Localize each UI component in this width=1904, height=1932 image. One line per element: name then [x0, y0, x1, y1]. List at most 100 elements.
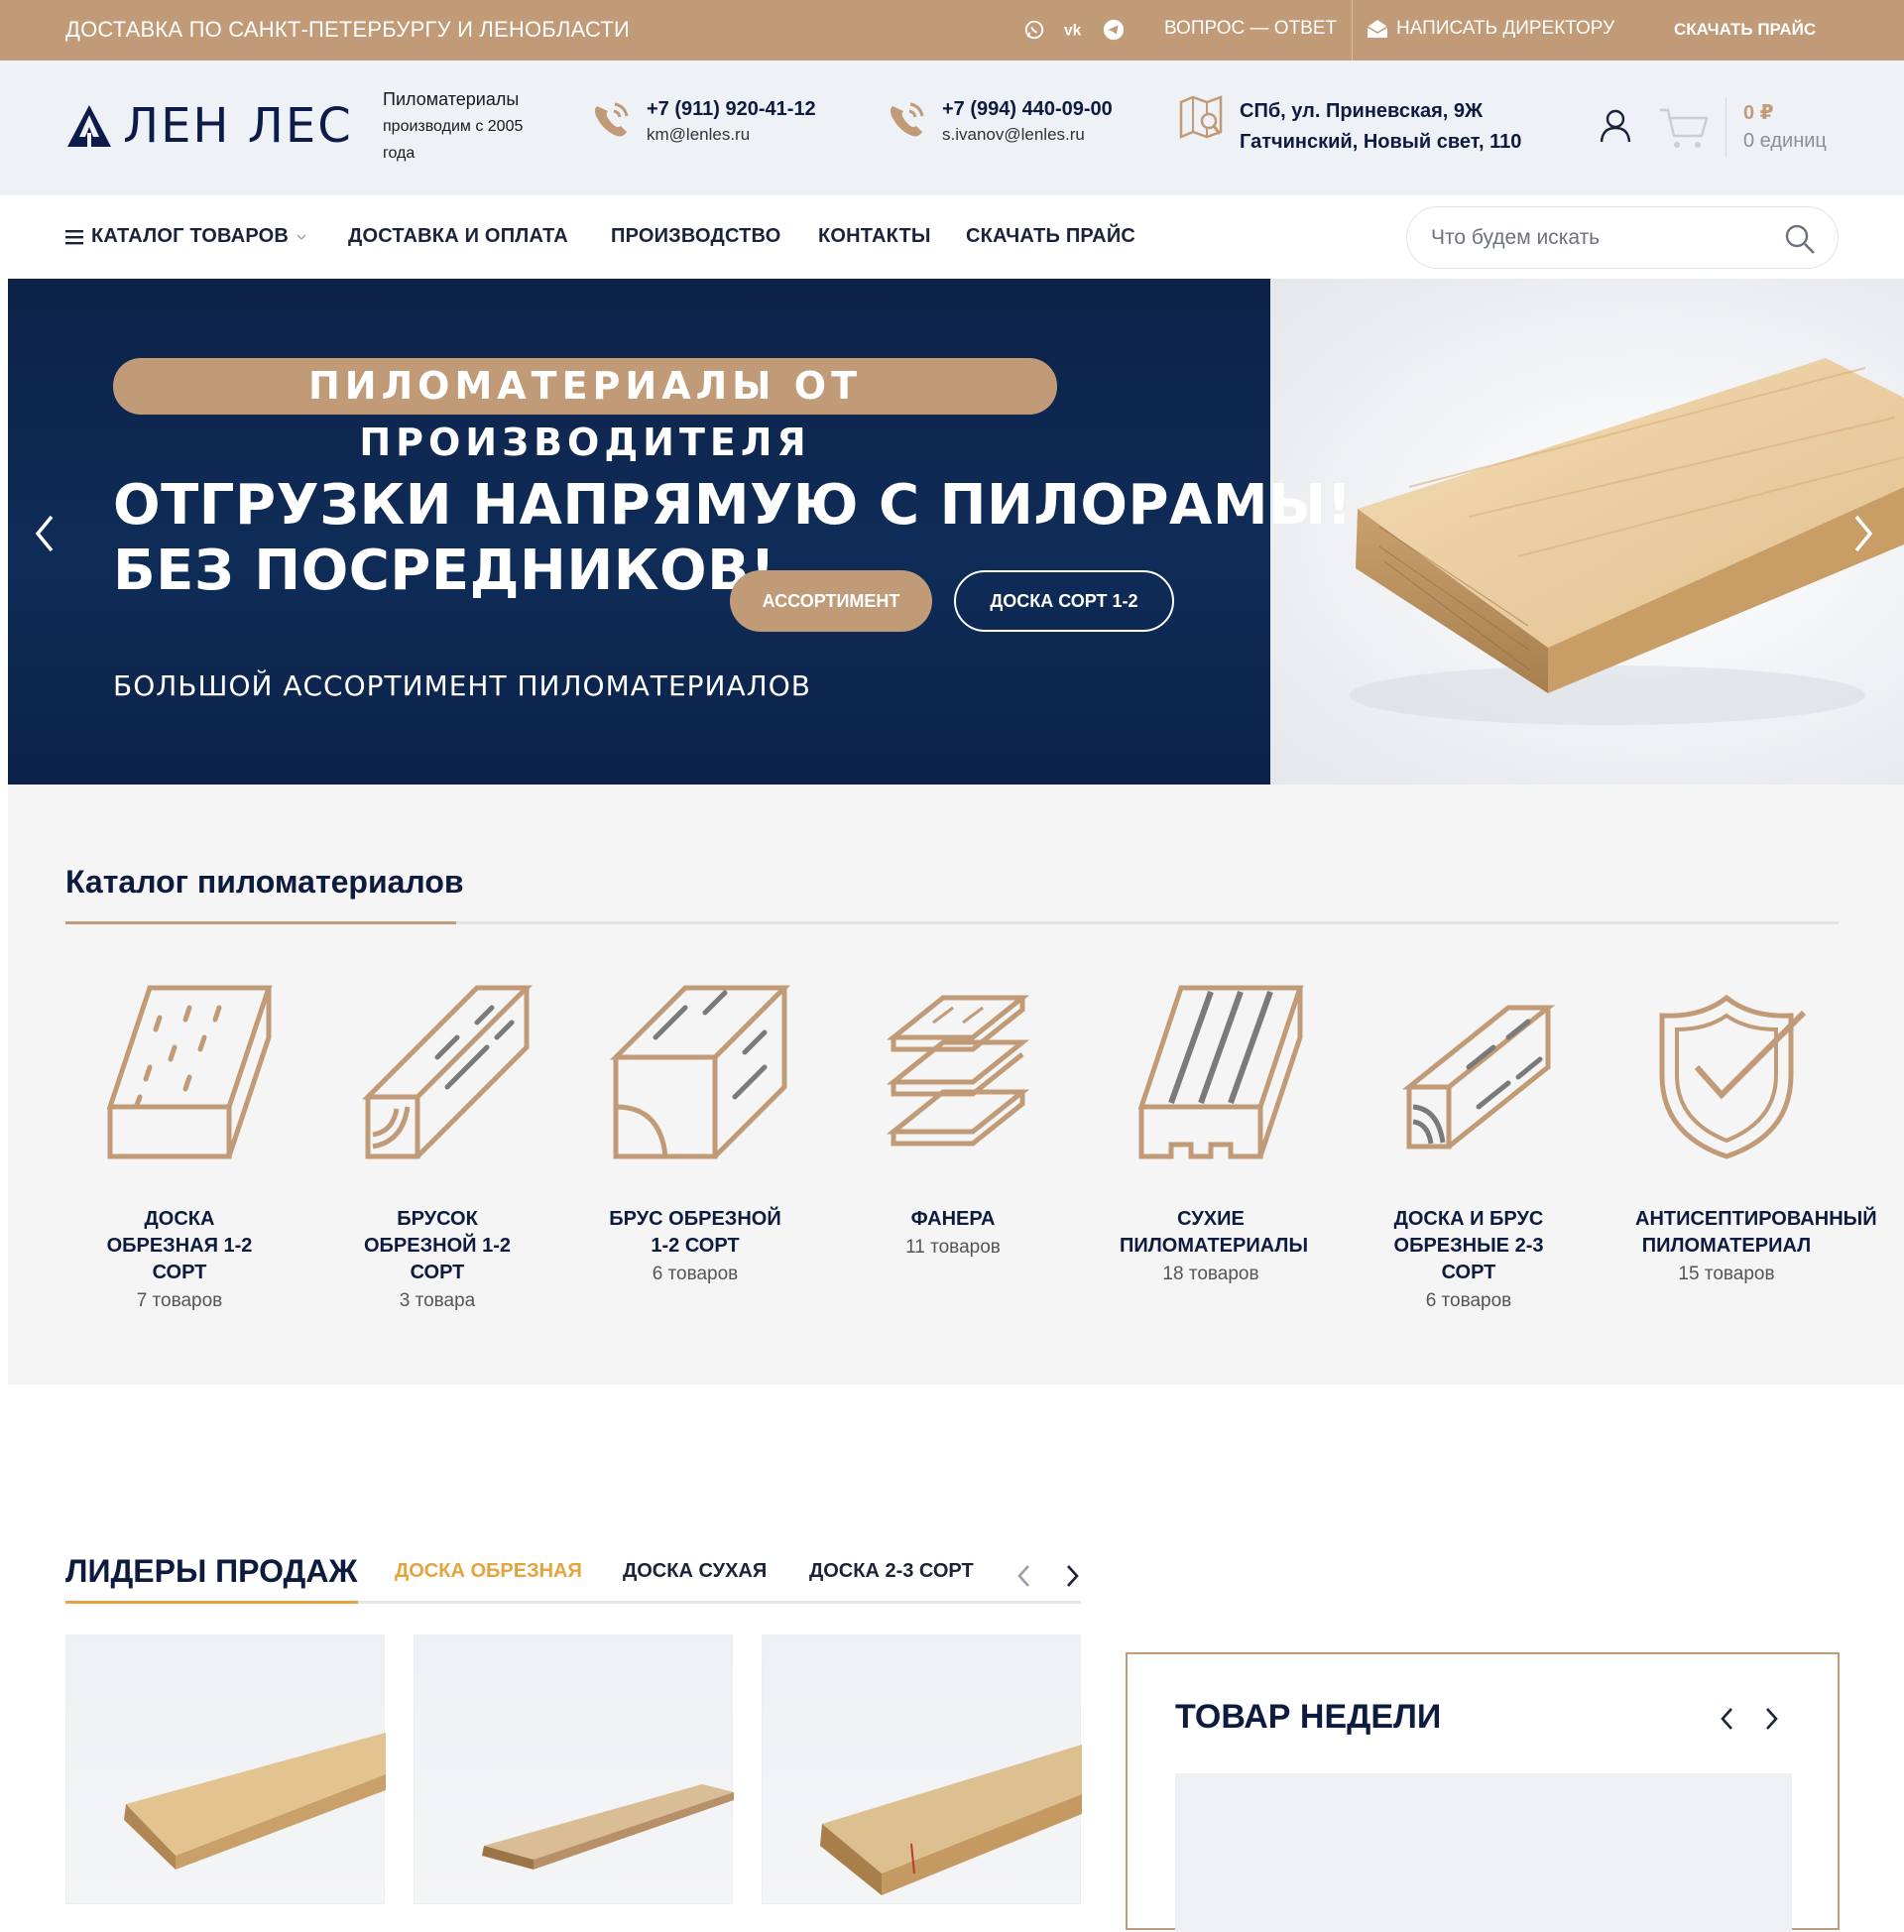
catalog-item[interactable]: БРУС ОБРЕЗНОЙ 1-2 СОРТ 6 товаров: [576, 978, 814, 1287]
main-nav: КАТАЛОГ ТОВАРОВ ДОСТАВКА И ОПЛАТА ПРОИЗВ…: [0, 195, 1904, 279]
svg-text:vk: vk: [1064, 23, 1082, 40]
chevron-down-icon: [297, 234, 306, 240]
nav-catalog[interactable]: КАТАЛОГ ТОВАРОВ: [65, 225, 306, 248]
tab-edged-board[interactable]: ДОСКА ОБРЕЗНАЯ: [395, 1560, 582, 1583]
week-product-image[interactable]: [1175, 1773, 1792, 1932]
product-image: [482, 1784, 734, 1870]
divider: [1352, 0, 1353, 60]
contact-1: +7 (911) 920-41-12 km@lenles.ru: [589, 98, 816, 145]
chevron-left-icon[interactable]: [30, 511, 60, 556]
header: ЛЕН ЛЕС Пиломатериалы производим с 2005 …: [0, 60, 1904, 195]
phone-number-2[interactable]: +7 (994) 440-09-00: [942, 98, 1113, 121]
tagline-since: производим с 2005 года: [383, 118, 524, 162]
bar-icon: [361, 985, 534, 1159]
nav-production[interactable]: ПРОИЗВОДСТВО: [611, 225, 780, 248]
tagline-title: Пиломатериалы: [383, 89, 520, 109]
hero-subtitle: БОЛЬШОЙ АССОРТИМЕНТ ПИЛОМАТЕРИАЛОВ: [113, 669, 811, 702]
nav-catalog-label: КАТАЛОГ ТОВАРОВ: [91, 225, 290, 247]
map-icon: [1179, 95, 1223, 139]
catalog-item-name: СУХИЕ ПИЛОМАТЕРИАЛЫ: [1120, 1208, 1309, 1257]
grade-2-3-icon: [1401, 1005, 1556, 1149]
plywood-icon: [886, 995, 1030, 1147]
catalog-item[interactable]: ДОСКА ОБРЕЗНАЯ 1-2 СОРТ 7 товаров: [60, 978, 298, 1314]
hero-badge: ПИЛОМАТЕРИАЛЫ ОТ ПРОИЗВОДИТЕЛЯ: [113, 358, 1057, 464]
board-grade-button[interactable]: ДОСКА СОРТ 1-2: [954, 570, 1174, 632]
logo[interactable]: ЛЕН ЛЕС: [65, 98, 353, 154]
chevron-left-icon[interactable]: [1717, 1704, 1738, 1734]
product-image: [124, 1733, 386, 1870]
phone-icon: [891, 102, 924, 137]
catalog-item-count: 3 товара: [399, 1290, 476, 1311]
week-title: ТОВАР НЕДЕЛИ: [1175, 1698, 1442, 1736]
catalog-item[interactable]: ДОСКА И БРУС ОБРЕЗНЫЕ 2-3 СОРТ 6 товаров: [1350, 978, 1588, 1314]
tree-logo-icon: [67, 105, 111, 147]
catalog-section: Каталог пиломатериалов ДОСКА ОБРЕЗНАЯ 1-…: [8, 785, 1904, 1385]
user-icon[interactable]: [1599, 108, 1632, 144]
contact-2: +7 (994) 440-09-00 s.ivanov@lenles.ru: [885, 98, 1113, 145]
delivery-notice: ДОСТАВКА ПО САНКТ-ПЕТЕРБУРГУ И ЛЕНОБЛАСТ…: [65, 17, 630, 42]
chevron-left-icon[interactable]: [1013, 1561, 1035, 1591]
catalog-item-count: 18 товаров: [1162, 1264, 1259, 1284]
catalog-item-count: 11 товаров: [905, 1237, 1001, 1258]
search-input[interactable]: [1431, 223, 1768, 253]
phone-icon: [595, 102, 629, 137]
product-of-week: ТОВАР НЕДЕЛИ: [1126, 1652, 1840, 1932]
hero-image-panel: [1270, 279, 1904, 785]
cart-icon[interactable]: [1658, 104, 1710, 152]
catalog-item-name: ДОСКА И БРУС ОБРЕЗНЫЕ 2-3 СОРТ: [1393, 1208, 1544, 1283]
catalog-item-name: АНТИСЕПТИРОВАННЫЙ ПИЛОМАТЕРИАЛ: [1635, 1208, 1877, 1257]
top-bar: ДОСТАВКА ПО САНКТ-ПЕТЕРБУРГУ И ЛЕНОБЛАСТ…: [0, 0, 1904, 60]
beam-icon: [609, 985, 791, 1159]
tab-board-grade-2-3[interactable]: ДОСКА 2-3 СОРТ: [809, 1560, 974, 1583]
shield-check-icon: [1659, 994, 1807, 1159]
faq-link[interactable]: ВОПРОС — ОТВЕТ: [1164, 18, 1337, 40]
tab-dry-board[interactable]: ДОСКА СУХАЯ: [623, 1560, 767, 1583]
leaders-title: ЛИДЕРЫ ПРОДАЖ: [65, 1553, 358, 1589]
catalog-item-count: 15 товаров: [1678, 1264, 1775, 1284]
catalog-item-name: ФАНЕРА: [910, 1208, 996, 1230]
cart-count[interactable]: 0 единиц: [1743, 130, 1827, 153]
download-price-link[interactable]: СКАЧАТЬ ПРАЙС: [1674, 20, 1816, 40]
phone-number-1[interactable]: +7 (911) 920-41-12: [647, 98, 816, 121]
catalog-title: Каталог пиломатериалов: [65, 864, 464, 900]
cart-sum[interactable]: 0 ₽: [1743, 100, 1774, 125]
product-card[interactable]: [762, 1634, 1082, 1904]
product-card[interactable]: [414, 1634, 734, 1904]
whatsapp-icon[interactable]: [1023, 19, 1047, 43]
product-card[interactable]: [65, 1634, 386, 1904]
email-2[interactable]: s.ivanov@lenles.ru: [942, 125, 1113, 145]
chevron-right-icon[interactable]: [1848, 511, 1878, 556]
chevron-right-icon[interactable]: [1061, 1561, 1083, 1591]
search-icon[interactable]: [1784, 223, 1816, 255]
hamburger-icon: [65, 229, 83, 244]
email-1[interactable]: km@lenles.ru: [647, 125, 816, 145]
logo-text: ЛЕН ЛЕС: [123, 98, 353, 154]
catalog-item[interactable]: АНТИСЕПТИРОВАННЫЙ ПИЛОМАТЕРИАЛ 15 товаро…: [1607, 978, 1877, 1287]
catalog-item[interactable]: СУХИЕ ПИЛОМАТЕРИАЛЫ 18 товаров: [1092, 978, 1330, 1287]
catalog-item[interactable]: БРУСОК ОБРЕЗНОЙ 1-2 СОРТ 3 товара: [318, 978, 556, 1314]
catalog-item-count: 6 товаров: [1425, 1290, 1512, 1311]
nav-delivery[interactable]: ДОСТАВКА И ОПЛАТА: [348, 225, 568, 248]
leaders-underline: [65, 1601, 1081, 1604]
search-box: [1406, 206, 1839, 269]
dry-lumber-icon: [1137, 985, 1304, 1159]
catalog-item-name: ДОСКА ОБРЕЗНАЯ 1-2 СОРТ: [106, 1208, 253, 1283]
catalog-item-count: 7 товаров: [136, 1290, 223, 1311]
nav-price[interactable]: СКАЧАТЬ ПРАЙС: [966, 225, 1135, 248]
catalog-underline: [65, 921, 1839, 924]
edged-board-icon: [106, 985, 273, 1159]
catalog-item-count: 6 товаров: [652, 1264, 739, 1284]
telegram-icon[interactable]: [1103, 19, 1127, 43]
write-director-link[interactable]: НАПИСАТЬ ДИРЕКТОРУ: [1367, 18, 1614, 40]
hero-title-line-1: ОТГРУЗКИ НАПРЯМУЮ С ПИЛОРАМЫ!: [113, 473, 1353, 538]
assortment-button[interactable]: АССОРТИМЕНТ: [730, 570, 932, 632]
chevron-right-icon[interactable]: [1760, 1704, 1782, 1734]
catalog-item[interactable]: ФАНЕРА 11 товаров: [834, 978, 1072, 1261]
nav-contacts[interactable]: КОНТАКТЫ: [818, 225, 931, 248]
tagline: Пиломатериалы производим с 2005 года: [383, 86, 551, 167]
address: СПб, ул. Приневская, 9Ж Гатчинский, Новы…: [1240, 96, 1521, 158]
envelope-icon: [1367, 20, 1388, 38]
catalog-item-name: БРУСОК ОБРЕЗНОЙ 1-2 СОРТ: [364, 1208, 511, 1283]
catalog-item-name: БРУС ОБРЕЗНОЙ 1-2 СОРТ: [609, 1208, 781, 1257]
vk-icon[interactable]: vk: [1063, 19, 1087, 43]
